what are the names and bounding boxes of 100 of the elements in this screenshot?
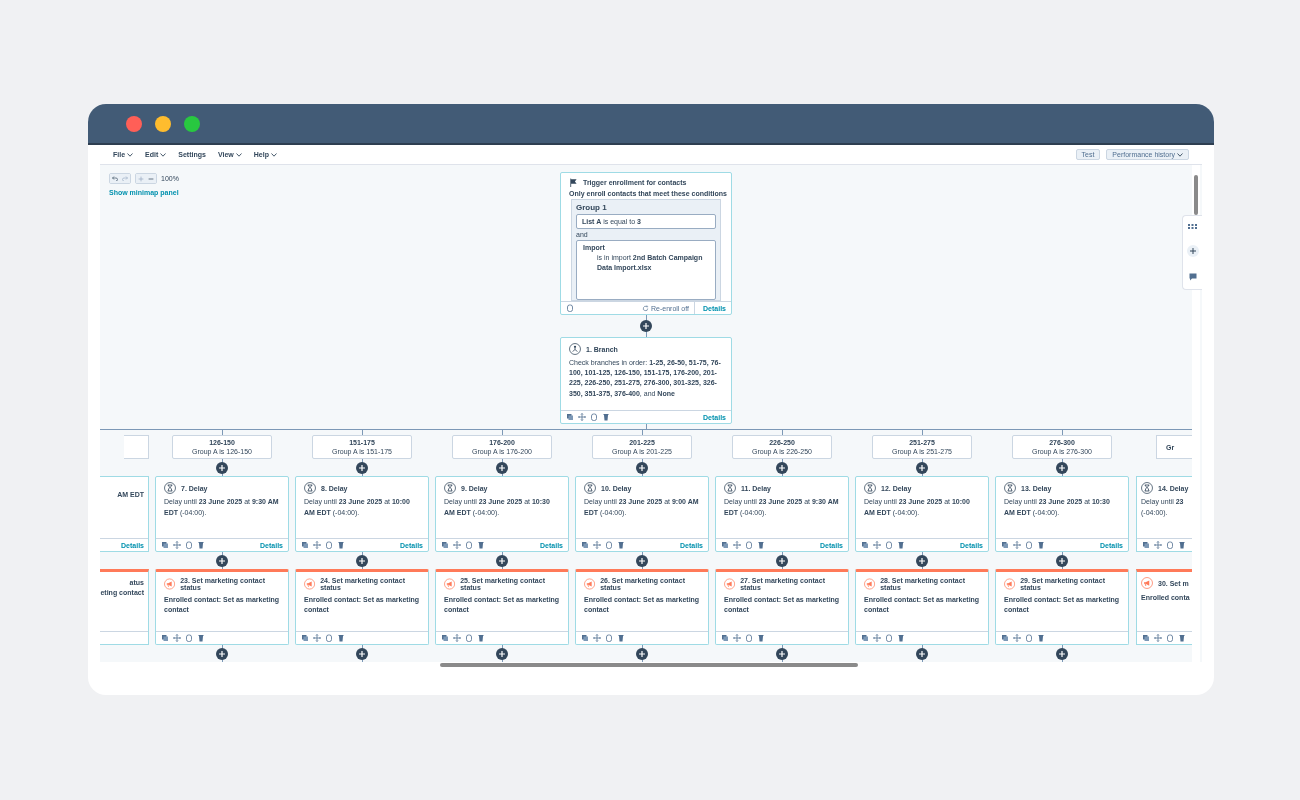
copy-icon[interactable] <box>721 634 729 642</box>
add-step-button[interactable] <box>356 554 368 567</box>
clipboard-icon[interactable] <box>745 634 753 642</box>
clipboard-icon[interactable] <box>1025 541 1033 549</box>
trash-icon[interactable] <box>757 541 765 549</box>
clipboard-icon[interactable] <box>590 413 598 421</box>
window-control[interactable] <box>184 115 200 132</box>
add-step-button[interactable] <box>776 554 788 567</box>
clipboard-icon[interactable] <box>605 634 613 642</box>
move-icon[interactable] <box>453 541 461 549</box>
add-step-button[interactable] <box>1056 554 1068 567</box>
copy-icon[interactable] <box>441 541 449 549</box>
copy-icon[interactable] <box>1142 634 1150 642</box>
add-step-button[interactable] <box>1056 461 1068 474</box>
undo-button[interactable] <box>110 174 120 183</box>
trash-icon[interactable] <box>197 634 205 642</box>
add-step-button[interactable] <box>776 461 788 474</box>
trash-icon[interactable] <box>602 413 610 421</box>
trash-icon[interactable] <box>477 634 485 642</box>
trash-icon[interactable] <box>897 541 905 549</box>
trash-icon[interactable] <box>617 541 625 549</box>
move-icon[interactable] <box>1013 634 1021 642</box>
move-icon[interactable] <box>1154 634 1162 642</box>
trash-icon[interactable] <box>337 541 345 549</box>
add-step-button[interactable] <box>216 461 228 474</box>
trash-icon[interactable] <box>1178 634 1186 642</box>
add-step-button[interactable] <box>916 647 928 660</box>
add-step-button[interactable] <box>916 554 928 567</box>
trash-icon[interactable] <box>897 634 905 642</box>
move-icon[interactable] <box>873 541 881 549</box>
clipboard-icon[interactable] <box>465 634 473 642</box>
copy-icon[interactable] <box>301 634 309 642</box>
hourglass-icon <box>724 482 736 494</box>
add-step-button[interactable] <box>636 554 648 567</box>
clipboard-icon[interactable] <box>185 634 193 642</box>
move-icon[interactable] <box>578 413 586 421</box>
move-icon[interactable] <box>1154 541 1162 549</box>
clipboard-icon[interactable] <box>885 541 893 549</box>
clipboard-icon[interactable] <box>465 541 473 549</box>
vertical-scrollbar[interactable] <box>1192 165 1200 662</box>
copy-icon[interactable] <box>721 541 729 549</box>
move-icon[interactable] <box>733 541 741 549</box>
clipboard-icon[interactable] <box>325 541 333 549</box>
move-icon[interactable] <box>593 541 601 549</box>
copy-icon[interactable] <box>1001 541 1009 549</box>
copy-icon[interactable] <box>441 634 449 642</box>
clipboard-icon[interactable] <box>745 541 753 549</box>
trash-icon[interactable] <box>757 634 765 642</box>
copy-icon[interactable] <box>861 541 869 549</box>
copy-icon[interactable] <box>301 541 309 549</box>
clipboard-icon[interactable] <box>605 541 613 549</box>
copy-icon[interactable] <box>1001 634 1009 642</box>
copy-icon[interactable] <box>161 541 169 549</box>
copy-icon[interactable] <box>861 634 869 642</box>
move-icon[interactable] <box>593 634 601 642</box>
trash-icon[interactable] <box>197 541 205 549</box>
clipboard-icon[interactable] <box>1166 634 1174 642</box>
add-step-button[interactable] <box>776 647 788 660</box>
move-icon[interactable] <box>313 634 321 642</box>
add-step-button[interactable] <box>356 647 368 660</box>
clipboard-icon[interactable] <box>1166 541 1174 549</box>
move-icon[interactable] <box>873 634 881 642</box>
add-step-button[interactable] <box>496 461 508 474</box>
add-step-button[interactable] <box>496 647 508 660</box>
move-icon[interactable] <box>1013 541 1021 549</box>
copy-icon[interactable] <box>161 634 169 642</box>
clipboard-icon[interactable] <box>1025 634 1033 642</box>
add-step-button[interactable] <box>216 647 228 660</box>
hourglass-icon <box>864 482 876 494</box>
comment-icon[interactable] <box>1188 273 1197 281</box>
add-step-button[interactable] <box>1056 647 1068 660</box>
add-step-button[interactable] <box>916 461 928 474</box>
add-step-button[interactable] <box>636 647 648 660</box>
clipboard-icon[interactable] <box>566 304 574 313</box>
move-icon[interactable] <box>733 634 741 642</box>
move-icon[interactable] <box>453 634 461 642</box>
move-icon[interactable] <box>173 541 181 549</box>
add-step-button[interactable] <box>356 461 368 474</box>
copy-icon[interactable] <box>1142 541 1150 549</box>
add-icon[interactable] <box>1186 245 1199 257</box>
trash-icon[interactable] <box>1178 541 1186 549</box>
trash-icon[interactable] <box>617 634 625 642</box>
copy-icon[interactable] <box>581 541 589 549</box>
clipboard-icon[interactable] <box>885 634 893 642</box>
clipboard-icon[interactable] <box>325 634 333 642</box>
trash-icon[interactable] <box>1037 541 1045 549</box>
add-step-button[interactable] <box>640 320 652 333</box>
move-icon[interactable] <box>313 541 321 549</box>
move-icon[interactable] <box>173 634 181 642</box>
trash-icon[interactable] <box>1037 634 1045 642</box>
add-step-button[interactable] <box>636 461 648 474</box>
copy-icon[interactable] <box>581 634 589 642</box>
trash-icon[interactable] <box>337 634 345 642</box>
window-control[interactable] <box>155 115 171 132</box>
add-step-button[interactable] <box>496 554 508 567</box>
clipboard-icon[interactable] <box>185 541 193 549</box>
add-step-button[interactable] <box>216 554 228 567</box>
grid-icon[interactable] <box>1188 224 1197 229</box>
trash-icon[interactable] <box>477 541 485 549</box>
copy-icon[interactable] <box>566 413 574 421</box>
